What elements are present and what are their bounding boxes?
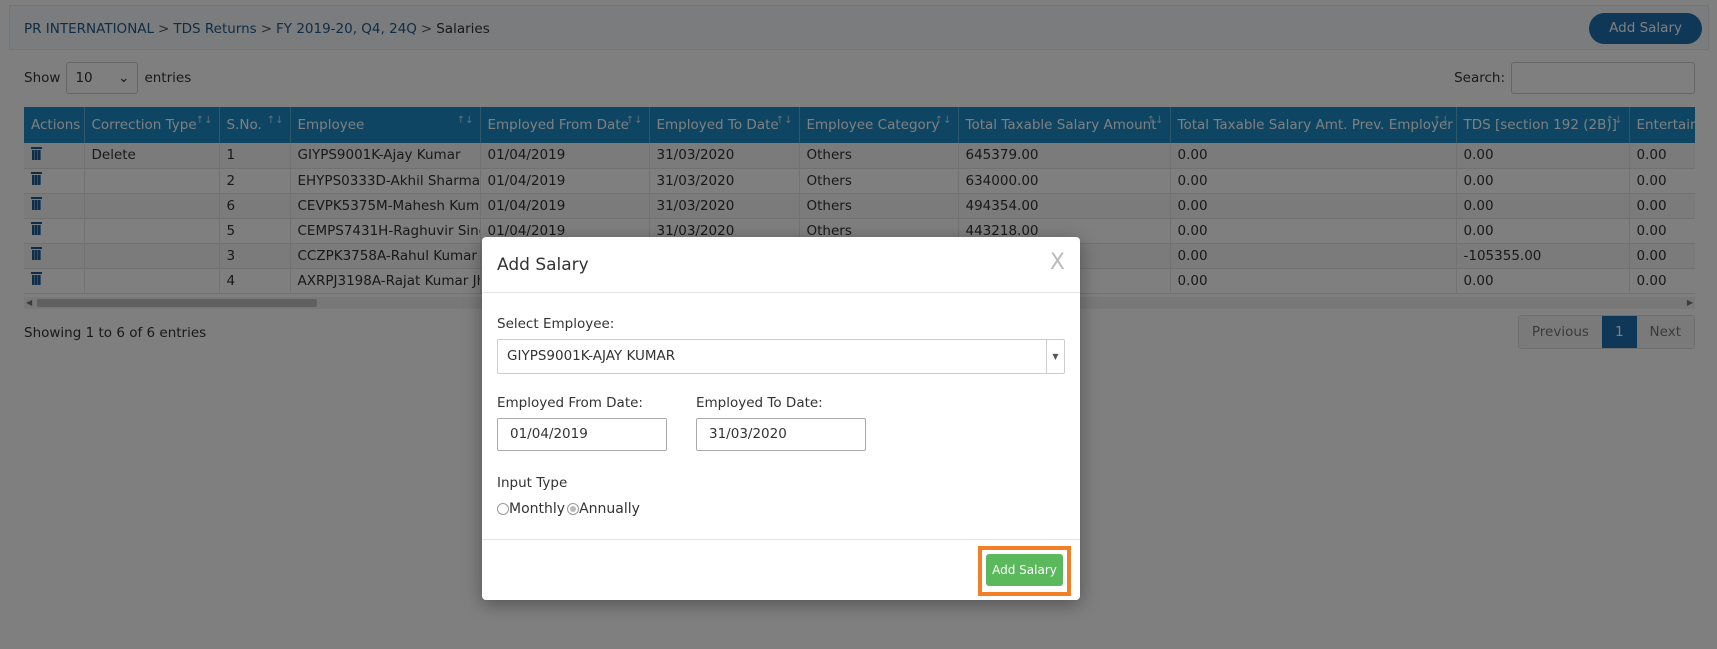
from-date-input[interactable]: 01/04/2019	[497, 418, 667, 451]
monthly-radio[interactable]	[497, 503, 509, 515]
modal-footer: Add Salary	[482, 539, 1080, 600]
to-date-input[interactable]: 31/03/2020	[696, 418, 866, 451]
employee-label: Select Employee:	[497, 316, 615, 332]
close-icon[interactable]: X	[1050, 250, 1065, 275]
to-date-label: Employed To Date:	[696, 395, 823, 411]
chevron-down-icon: ▼	[1046, 340, 1064, 373]
annually-radio-label[interactable]: Annually	[579, 501, 640, 517]
input-type-radio-group: Monthly Annually	[497, 501, 640, 517]
input-type-label: Input Type	[497, 475, 568, 491]
monthly-radio-label[interactable]: Monthly	[509, 501, 565, 517]
modal-header: Add Salary X	[482, 237, 1080, 293]
add-salary-modal: Add Salary X Select Employee: GIYPS9001K…	[482, 237, 1080, 600]
modal-title: Add Salary	[497, 255, 589, 275]
annually-radio[interactable]	[567, 503, 580, 515]
from-date-label: Employed From Date:	[497, 395, 643, 411]
employee-select-value: GIYPS9001K-AJAY KUMAR	[507, 348, 676, 364]
add-salary-submit-button[interactable]: Add Salary	[986, 554, 1063, 586]
submit-highlight-box: Add Salary	[978, 546, 1071, 596]
employee-select[interactable]: GIYPS9001K-AJAY KUMAR ▼	[497, 339, 1065, 374]
